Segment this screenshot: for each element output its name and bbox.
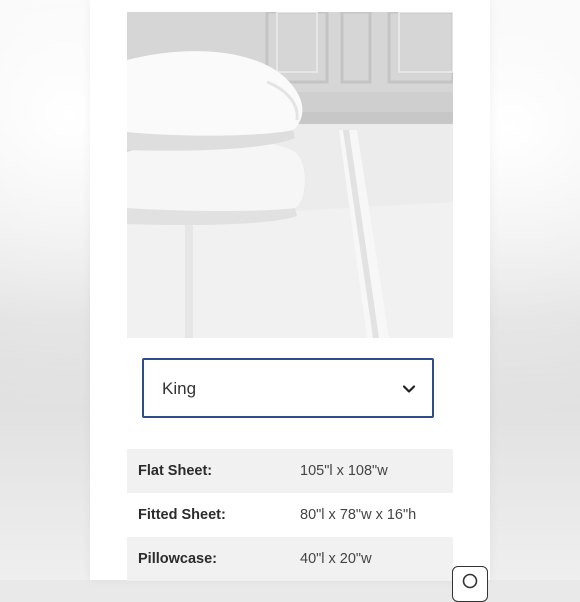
chat-icon — [462, 573, 478, 589]
spec-row-flat-sheet: Flat Sheet: 105"l x 108"w — [127, 449, 453, 493]
spec-label: Flat Sheet: — [138, 463, 213, 479]
spec-row-fitted-sheet: Fitted Sheet: 80"l x 78"w x 16"h — [127, 493, 453, 537]
product-panel: King Flat Sheet: 105"l x 108"w Fitted Sh… — [90, 0, 490, 581]
chevron-down-icon — [402, 382, 416, 396]
product-image — [127, 12, 453, 338]
bed-sheets-illustration — [127, 12, 453, 338]
size-dropdown[interactable]: King — [142, 358, 434, 418]
spec-row-pillowcase: Pillowcase: 40"l x 20"w — [127, 537, 453, 581]
spec-value: 40"l x 20"w — [300, 551, 372, 567]
dimensions-table: Flat Sheet: 105"l x 108"w Fitted Sheet: … — [127, 449, 453, 581]
spec-value: 80"l x 78"w x 16"h — [300, 507, 417, 523]
spec-label: Fitted Sheet: — [138, 507, 226, 523]
chat-button[interactable] — [452, 566, 488, 602]
size-dropdown-value: King — [162, 379, 197, 398]
spec-value: 105"l x 108"w — [300, 463, 388, 479]
spec-label: Pillowcase: — [138, 551, 217, 567]
